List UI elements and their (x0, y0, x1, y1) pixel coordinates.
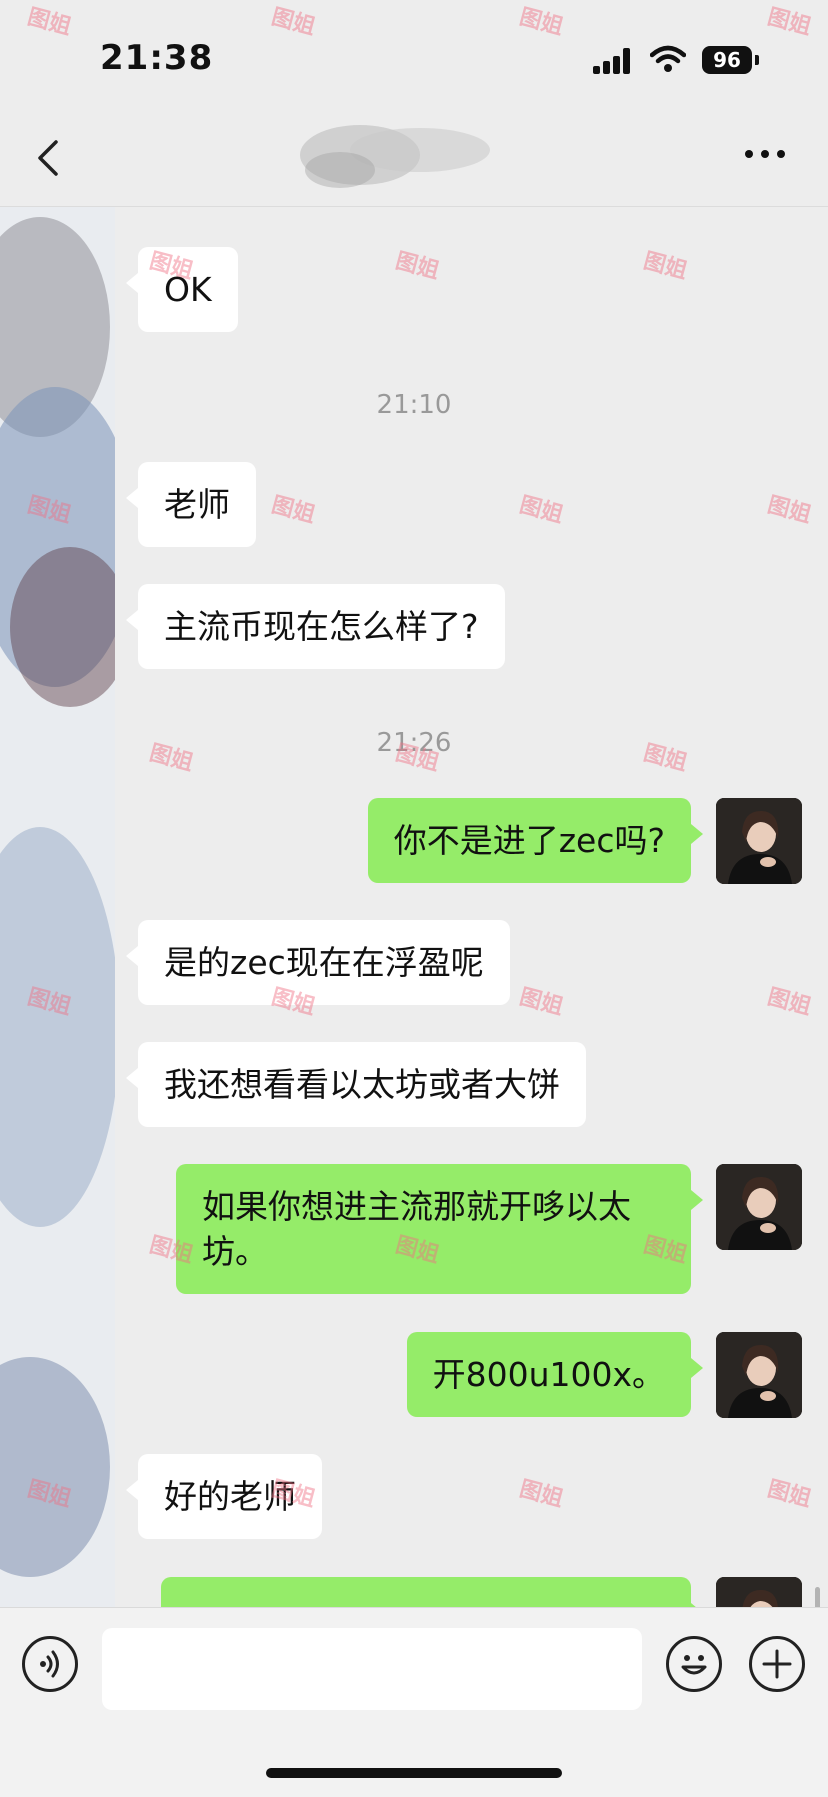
plus-icon[interactable] (749, 1636, 805, 1692)
voice-icon[interactable] (22, 1636, 78, 1692)
avatar[interactable] (716, 1577, 802, 1607)
message-bubble-outgoing[interactable]: 你不是进了zec吗? (367, 798, 704, 883)
chat-area[interactable]: OK 21:10 老师 主流币现在怎么样了? 21:26 你不是进了zec吗? … (0, 207, 828, 1607)
avatar[interactable] (716, 1164, 802, 1250)
message-bubble-incoming[interactable]: 是的zec现在在浮盈呢 (126, 920, 510, 1005)
home-indicator[interactable] (266, 1768, 562, 1778)
status-time: 21:38 (100, 38, 214, 78)
message-input[interactable] (102, 1628, 642, 1710)
message-bubble-incoming[interactable]: 好的老师 (126, 1454, 322, 1539)
input-bar (0, 1607, 828, 1797)
timestamp: 21:26 (376, 728, 452, 758)
wifi-icon (650, 45, 686, 72)
message-bubble-incoming[interactable]: OK (126, 247, 238, 332)
message-bubble-outgoing-partial[interactable] (161, 1577, 703, 1607)
back-icon[interactable] (30, 138, 70, 178)
scrollbar[interactable] (815, 1587, 820, 1607)
avatar[interactable] (716, 1332, 802, 1418)
battery-icon: 96 (702, 46, 752, 74)
message-bubble-outgoing[interactable]: 如果你想进主流那就开哆以太坊。 (176, 1164, 703, 1294)
message-bubble-incoming[interactable]: 主流币现在怎么样了? (126, 584, 505, 669)
status-bar: 21:38 96 (0, 0, 828, 110)
nav-bar (0, 110, 828, 207)
battery-cap (755, 55, 759, 65)
signal-icon (593, 48, 637, 74)
message-bubble-incoming[interactable]: 我还想看看以太坊或者大饼 (126, 1042, 586, 1127)
timestamp: 21:10 (376, 390, 452, 420)
message-bubble-incoming[interactable]: 老师 (126, 462, 256, 547)
more-icon[interactable] (745, 150, 789, 162)
message-bubble-outgoing[interactable]: 开800u100x。 (406, 1332, 704, 1417)
avatar[interactable] (716, 798, 802, 884)
emoji-icon[interactable] (666, 1636, 722, 1692)
contact-name-redacted (300, 125, 490, 188)
